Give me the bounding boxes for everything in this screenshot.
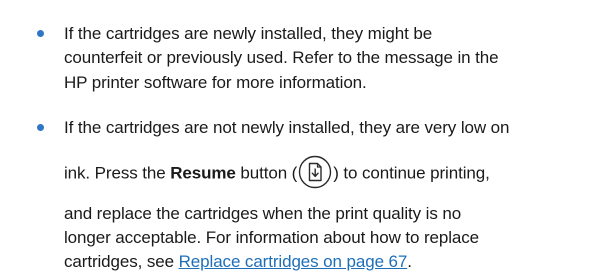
- document-page: If the cartridges are newly installed, t…: [0, 0, 602, 276]
- bullet-2-line-5-text-before: cartridges, see: [64, 252, 179, 271]
- bullet-2-line-5-text-after: .: [407, 252, 412, 271]
- bullet-dot-icon: [37, 124, 44, 131]
- replace-cartridges-link[interactable]: Replace cartridges on page 67: [179, 252, 408, 271]
- bullet-1-line-3: HP printer software for more information…: [64, 73, 367, 92]
- bullet-2-line-2-text-after: ) to continue printing,: [333, 163, 490, 183]
- bullet-2-line-2-text-before: ink. Press the: [64, 163, 171, 183]
- bullet-2-line-3: and replace the cartridges when the prin…: [64, 204, 462, 223]
- resume-button-icon: [298, 155, 332, 189]
- bullet-2-line-5: cartridges, see Replace cartridges on pa…: [64, 251, 412, 273]
- resume-label: Resume: [170, 163, 236, 183]
- bullet-1-line-1: If the cartridges are newly installed, t…: [64, 24, 433, 43]
- bullet-dot-icon: [37, 30, 44, 37]
- bullet-2-line-2-text-mid: button (: [235, 163, 298, 183]
- bullet-1-line-2: counterfeit or previously used. Refer to…: [64, 48, 499, 67]
- bullet-2-line-4: longer acceptable. For information about…: [64, 228, 480, 247]
- bullet-2-line-2: ink. Press the Resume button ( ) to cont…: [64, 155, 490, 191]
- bullet-2-line-1: If the cartridges are not newly installe…: [64, 118, 510, 137]
